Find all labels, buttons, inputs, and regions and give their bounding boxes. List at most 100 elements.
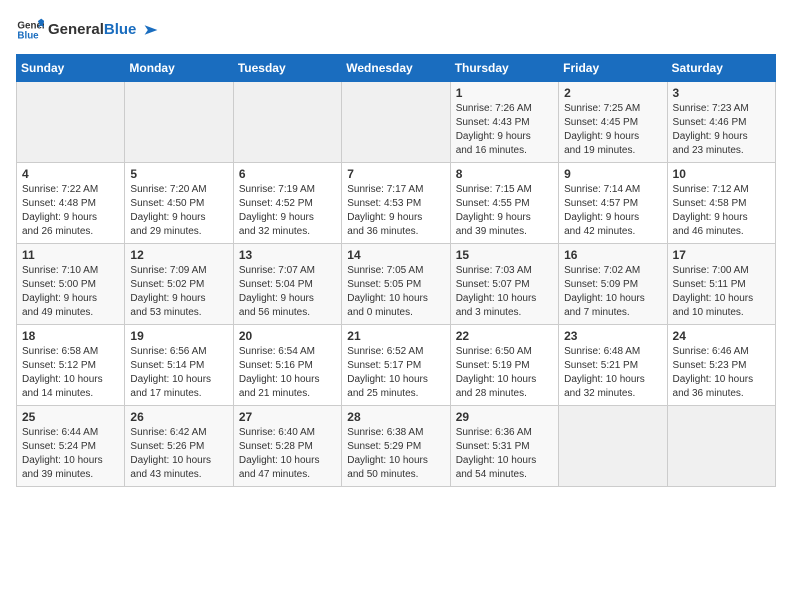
day-info: Sunrise: 7:02 AMSunset: 5:09 PMDaylight:…	[564, 264, 661, 320]
calendar-cell: 26Sunrise: 6:42 AMSunset: 5:26 PMDayligh…	[125, 406, 233, 487]
calendar-cell: 1Sunrise: 7:26 AMSunset: 4:43 PMDaylight…	[450, 82, 558, 163]
day-info: Sunrise: 6:50 AMSunset: 5:19 PMDaylight:…	[456, 345, 553, 401]
calendar-cell: 7 Sunrise: 7:17 AMSunset: 4:53 PMDaylight…	[342, 163, 450, 244]
day-info: Sunrise: 7:26 AMSunset: 4:43 PMDaylight:…	[456, 102, 553, 158]
day-info: Sunrise: 6:48 AMSunset: 5:21 PMDaylight:…	[564, 345, 661, 401]
day-number: 11	[22, 248, 119, 262]
calendar-cell: 28 Sunrise: 6:38 AMSunset: 5:29 PMDayligh…	[342, 406, 450, 487]
week-row-2: 4 Sunrise: 7:22 AMSunset: 4:48 PMDaylight…	[17, 163, 776, 244]
calendar-cell: 4 Sunrise: 7:22 AMSunset: 4:48 PMDaylight…	[17, 163, 125, 244]
logo-arrow-icon	[143, 22, 159, 38]
day-header-tuesday: Tuesday	[233, 55, 341, 82]
calendar-cell: 8 Sunrise: 7:15 AMSunset: 4:55 PMDaylight…	[450, 163, 558, 244]
day-info: Sunrise: 7:10 AMSunset: 5:00 PMDaylight:…	[22, 264, 119, 320]
day-number: 7	[347, 167, 444, 181]
calendar-cell: 22 Sunrise: 6:50 AMSunset: 5:19 PMDayligh…	[450, 325, 558, 406]
calendar-cell: 25 Sunrise: 6:44 AMSunset: 5:24 PMDayligh…	[17, 406, 125, 487]
day-number: 16	[564, 248, 661, 262]
day-info: Sunrise: 7:19 AMSunset: 4:52 PMDaylight:…	[239, 183, 336, 239]
day-info: Sunrise: 7:20 AMSunset: 4:50 PMDaylight:…	[130, 183, 227, 239]
day-info: Sunrise: 7:22 AMSunset: 4:48 PMDaylight:…	[22, 183, 119, 239]
day-number: 27	[239, 410, 336, 424]
day-header-saturday: Saturday	[667, 55, 775, 82]
day-info: Sunrise: 6:38 AMSunset: 5:29 PMDaylight:…	[347, 426, 444, 482]
day-number: 12	[130, 248, 227, 262]
day-info: Sunrise: 6:58 AMSunset: 5:12 PMDaylight:…	[22, 345, 119, 401]
calendar-table: SundayMondayTuesdayWednesdayThursdayFrid…	[16, 54, 776, 487]
calendar-cell: 5 Sunrise: 7:20 AMSunset: 4:50 PMDaylight…	[125, 163, 233, 244]
day-number: 4	[22, 167, 119, 181]
svg-text:Blue: Blue	[17, 30, 39, 41]
day-info: Sunrise: 7:17 AMSunset: 4:53 PMDaylight:…	[347, 183, 444, 239]
week-row-4: 18 Sunrise: 6:58 AMSunset: 5:12 PMDayligh…	[17, 325, 776, 406]
day-info: Sunrise: 7:23 AMSunset: 4:46 PMDaylight:…	[673, 102, 770, 158]
day-header-monday: Monday	[125, 55, 233, 82]
calendar-cell: 11 Sunrise: 7:10 AMSunset: 5:00 PMDayligh…	[17, 244, 125, 325]
calendar-cell: 14Sunrise: 7:05 AMSunset: 5:05 PMDayligh…	[342, 244, 450, 325]
week-row-3: 11 Sunrise: 7:10 AMSunset: 5:00 PMDayligh…	[17, 244, 776, 325]
day-number: 5	[130, 167, 227, 181]
calendar-cell: 17Sunrise: 7:00 AMSunset: 5:11 PMDayligh…	[667, 244, 775, 325]
calendar-cell	[125, 82, 233, 163]
day-info: Sunrise: 7:07 AMSunset: 5:04 PMDaylight:…	[239, 264, 336, 320]
calendar-cell: 20 Sunrise: 6:54 AMSunset: 5:16 PMDayligh…	[233, 325, 341, 406]
calendar-cell: 15Sunrise: 7:03 AMSunset: 5:07 PMDayligh…	[450, 244, 558, 325]
day-info: Sunrise: 6:36 AMSunset: 5:31 PMDaylight:…	[456, 426, 553, 482]
calendar-cell	[667, 406, 775, 487]
day-header-friday: Friday	[559, 55, 667, 82]
day-info: Sunrise: 6:54 AMSunset: 5:16 PMDaylight:…	[239, 345, 336, 401]
calendar-cell: 19 Sunrise: 6:56 AMSunset: 5:14 PMDayligh…	[125, 325, 233, 406]
day-info: Sunrise: 7:03 AMSunset: 5:07 PMDaylight:…	[456, 264, 553, 320]
day-info: Sunrise: 7:25 AMSunset: 4:45 PMDaylight:…	[564, 102, 661, 158]
day-info: Sunrise: 7:15 AMSunset: 4:55 PMDaylight:…	[456, 183, 553, 239]
day-number: 19	[130, 329, 227, 343]
calendar-cell: 2 Sunrise: 7:25 AMSunset: 4:45 PMDaylight…	[559, 82, 667, 163]
day-info: Sunrise: 6:46 AMSunset: 5:23 PMDaylight:…	[673, 345, 770, 401]
day-number: 21	[347, 329, 444, 343]
day-info: Sunrise: 6:42 AMSunset: 5:26 PMDaylight:…	[130, 426, 227, 482]
day-info: Sunrise: 7:00 AMSunset: 5:11 PMDaylight:…	[673, 264, 770, 320]
calendar-cell	[559, 406, 667, 487]
day-number: 13	[239, 248, 336, 262]
day-info: Sunrise: 6:44 AMSunset: 5:24 PMDaylight:…	[22, 426, 119, 482]
day-info: Sunrise: 6:40 AMSunset: 5:28 PMDaylight:…	[239, 426, 336, 482]
logo-icon: General Blue	[16, 16, 44, 44]
page-header: General Blue GeneralBlue	[16, 16, 776, 44]
day-number: 8	[456, 167, 553, 181]
day-number: 9	[564, 167, 661, 181]
logo-text: GeneralBlue	[48, 22, 159, 39]
day-number: 25	[22, 410, 119, 424]
calendar-cell: 13 Sunrise: 7:07 AMSunset: 5:04 PMDayligh…	[233, 244, 341, 325]
day-info: Sunrise: 6:56 AMSunset: 5:14 PMDaylight:…	[130, 345, 227, 401]
calendar-cell: 21 Sunrise: 6:52 AMSunset: 5:17 PMDayligh…	[342, 325, 450, 406]
calendar-cell	[233, 82, 341, 163]
day-header-wednesday: Wednesday	[342, 55, 450, 82]
day-info: Sunrise: 7:12 AMSunset: 4:58 PMDaylight:…	[673, 183, 770, 239]
calendar-cell: 12Sunrise: 7:09 AMSunset: 5:02 PMDayligh…	[125, 244, 233, 325]
day-number: 10	[673, 167, 770, 181]
calendar-cell: 18 Sunrise: 6:58 AMSunset: 5:12 PMDayligh…	[17, 325, 125, 406]
day-number: 14	[347, 248, 444, 262]
day-number: 20	[239, 329, 336, 343]
day-number: 2	[564, 86, 661, 100]
calendar-cell: 16 Sunrise: 7:02 AMSunset: 5:09 PMDayligh…	[559, 244, 667, 325]
calendar-cell	[17, 82, 125, 163]
calendar-cell: 9Sunrise: 7:14 AMSunset: 4:57 PMDaylight…	[559, 163, 667, 244]
calendar-cell: 10 Sunrise: 7:12 AMSunset: 4:58 PMDayligh…	[667, 163, 775, 244]
day-number: 3	[673, 86, 770, 100]
calendar-cell: 23Sunrise: 6:48 AMSunset: 5:21 PMDayligh…	[559, 325, 667, 406]
day-header-sunday: Sunday	[17, 55, 125, 82]
day-info: Sunrise: 6:52 AMSunset: 5:17 PMDaylight:…	[347, 345, 444, 401]
day-number: 6	[239, 167, 336, 181]
day-number: 18	[22, 329, 119, 343]
calendar-cell: 24Sunrise: 6:46 AMSunset: 5:23 PMDayligh…	[667, 325, 775, 406]
day-header-thursday: Thursday	[450, 55, 558, 82]
day-number: 29	[456, 410, 553, 424]
calendar-cell: 29 Sunrise: 6:36 AMSunset: 5:31 PMDayligh…	[450, 406, 558, 487]
day-number: 28	[347, 410, 444, 424]
calendar-cell: 6 Sunrise: 7:19 AMSunset: 4:52 PMDaylight…	[233, 163, 341, 244]
days-header-row: SundayMondayTuesdayWednesdayThursdayFrid…	[17, 55, 776, 82]
day-number: 22	[456, 329, 553, 343]
week-row-1: 1Sunrise: 7:26 AMSunset: 4:43 PMDaylight…	[17, 82, 776, 163]
calendar-cell: 27 Sunrise: 6:40 AMSunset: 5:28 PMDayligh…	[233, 406, 341, 487]
